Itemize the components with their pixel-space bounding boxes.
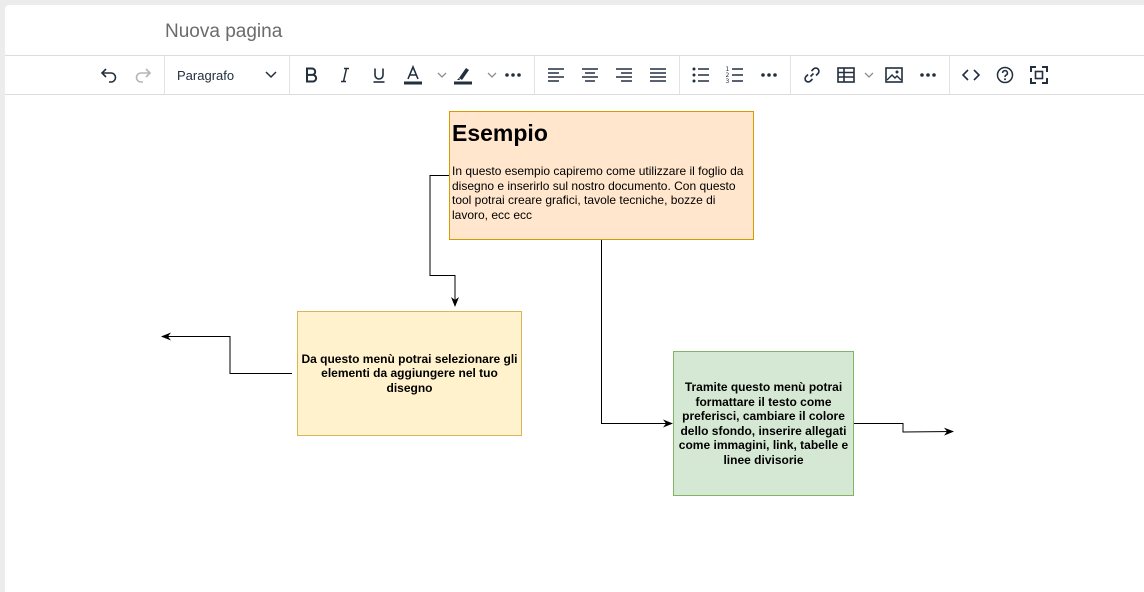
block-format-select[interactable]: Paragrafo	[169, 62, 285, 88]
image-icon	[885, 67, 903, 83]
numbered-list-icon: 123	[726, 66, 743, 85]
insert-link-button[interactable]	[798, 62, 826, 88]
chevron-down-icon	[487, 72, 497, 78]
undo-icon	[100, 68, 117, 83]
fullscreen-button[interactable]	[1025, 62, 1053, 88]
more-insert-button[interactable]	[914, 62, 942, 88]
format-menu-text: Tramite questo menù potrai formattare il…	[678, 380, 849, 467]
svg-text:3: 3	[726, 78, 730, 85]
highlight-dropdown[interactable]	[485, 62, 499, 88]
toolbar-separator	[289, 56, 290, 94]
toolbar-separator	[949, 56, 950, 94]
bold-button[interactable]	[297, 62, 325, 88]
chevron-down-icon	[265, 71, 277, 79]
text-color-button[interactable]	[399, 62, 427, 88]
chevron-down-icon	[864, 72, 874, 78]
help-button[interactable]	[991, 62, 1019, 88]
page-title[interactable]: Nuova pagina	[165, 21, 282, 43]
underline-button[interactable]	[365, 62, 393, 88]
toolbar-separator	[534, 56, 535, 94]
table-icon	[837, 67, 855, 83]
insert-table-button[interactable]	[832, 62, 860, 88]
fullscreen-icon	[1030, 66, 1048, 84]
redo-button[interactable]	[129, 62, 157, 88]
italic-button[interactable]	[331, 62, 359, 88]
example-body: In questo esempio capiremo come utilizza…	[452, 164, 744, 222]
align-right-button[interactable]	[610, 62, 638, 88]
example-heading: Esempio	[452, 120, 548, 146]
more-icon	[761, 73, 777, 77]
align-right-icon	[616, 68, 632, 82]
more-formatting-button[interactable]	[499, 62, 527, 88]
align-center-icon	[582, 68, 598, 82]
align-left-icon	[548, 68, 564, 82]
align-left-button[interactable]	[542, 62, 570, 88]
text-color-dropdown[interactable]	[435, 62, 449, 88]
redo-icon	[135, 68, 152, 83]
italic-icon	[341, 67, 349, 83]
bullet-list-icon	[692, 67, 709, 83]
link-icon	[804, 67, 820, 83]
numbered-list-button[interactable]: 123	[721, 62, 749, 88]
title-row: Nuova pagina	[5, 5, 1144, 56]
more-icon	[505, 73, 521, 77]
justify-icon	[650, 68, 666, 82]
toolbar-separator	[164, 56, 165, 94]
justify-button[interactable]	[644, 62, 672, 88]
block-format-label: Paragrafo	[177, 67, 235, 83]
example-box[interactable]: Esempio In questo esempio capiremo come …	[449, 111, 754, 240]
highlight-button[interactable]	[449, 62, 477, 88]
code-icon	[961, 69, 981, 81]
insert-image-button[interactable]	[880, 62, 908, 88]
underline-icon	[373, 68, 385, 83]
help-icon	[996, 66, 1014, 84]
more-icon	[920, 73, 936, 77]
insert-menu-text: Da questo menù potrai selezionare gli el…	[301, 351, 518, 395]
bullet-list-button[interactable]	[687, 62, 715, 88]
align-center-button[interactable]	[576, 62, 604, 88]
highlight-icon	[454, 68, 472, 85]
editor-toolbar: Paragrafo 1 2 3	[5, 56, 1144, 95]
table-dropdown[interactable]	[862, 62, 876, 88]
bold-icon	[306, 67, 318, 83]
format-menu-box[interactable]: Tramite questo menù potrai formattare il…	[673, 351, 854, 496]
undo-button[interactable]	[95, 62, 123, 88]
more-lists-button[interactable]	[755, 62, 783, 88]
toolbar-separator	[790, 56, 791, 94]
editor-page: Nuova pagina Paragrafo 1 2 3	[5, 5, 1144, 592]
toolbar-separator	[679, 56, 680, 94]
insert-menu-box[interactable]: Da questo menù potrai selezionare gli el…	[297, 311, 522, 436]
source-code-button[interactable]	[957, 62, 985, 88]
chevron-down-icon	[437, 72, 447, 78]
text-color-icon	[404, 64, 422, 85]
